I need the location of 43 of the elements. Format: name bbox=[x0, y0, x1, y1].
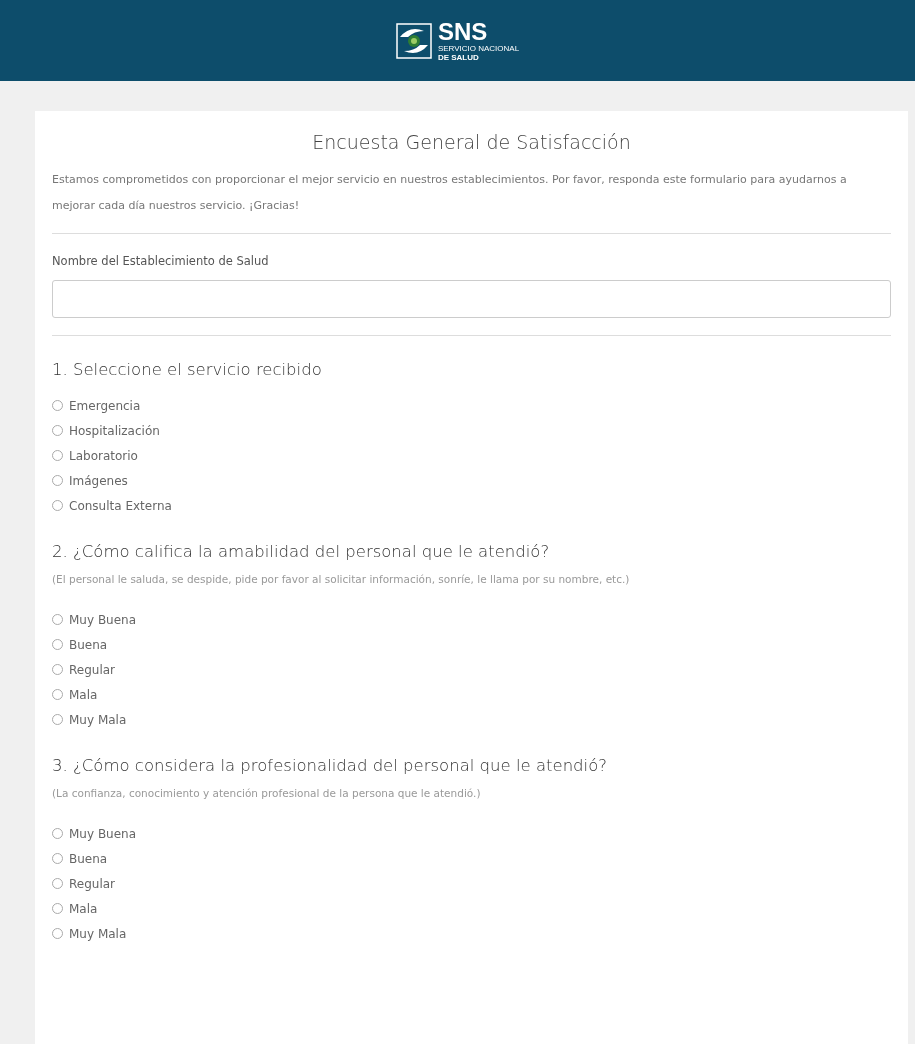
question-note: (La confianza, conocimiento y atención profesional de la persona que le atendió.) bbox=[52, 787, 482, 799]
radio-icon[interactable] bbox=[52, 828, 63, 839]
radio-icon[interactable] bbox=[52, 475, 63, 486]
radio-icon[interactable] bbox=[52, 425, 63, 436]
question-note: (El personal le saluda, se despide, pide por favor al solicitar información, sonríe, le llama por su nombre, etc.) bbox=[52, 573, 631, 585]
radio-icon[interactable] bbox=[52, 689, 63, 700]
radio-icon[interactable] bbox=[52, 450, 63, 461]
radio-option[interactable]: Hospitalización bbox=[52, 418, 160, 443]
radio-option[interactable]: Muy Mala bbox=[52, 707, 127, 732]
radio-icon[interactable] bbox=[52, 639, 63, 650]
question-title: 1. Seleccione el servicio recibido bbox=[52, 360, 323, 379]
form-description: Estamos comprometidos con proporcionar el mejor servicio en nuestros establecimientos. Por favor, responda este formulario para ayudarnos a mejorar cada día nuestros servicio. ¡Gracias! bbox=[52, 172, 848, 214]
radio-option[interactable]: Buena bbox=[52, 846, 108, 871]
radio-icon[interactable] bbox=[52, 903, 63, 914]
radio-icon[interactable] bbox=[52, 928, 63, 939]
hands-emblem-icon bbox=[395, 22, 432, 59]
radio-option[interactable]: Buena bbox=[52, 632, 108, 657]
radio-option[interactable]: Emergencia bbox=[52, 393, 141, 418]
radio-icon[interactable] bbox=[52, 714, 63, 725]
radio-option[interactable]: Muy Mala bbox=[52, 921, 127, 946]
radio-option[interactable]: Imágenes bbox=[52, 468, 128, 493]
radio-icon[interactable] bbox=[52, 500, 63, 511]
logo-subtitle: SERVICIO NACIONAL bbox=[437, 44, 520, 53]
radio-icon[interactable] bbox=[52, 400, 63, 411]
question-title: 2. ¿Cómo califica la amabilidad del personal que le atendió? bbox=[52, 542, 551, 561]
radio-icon[interactable] bbox=[52, 614, 63, 625]
radio-option[interactable]: Regular bbox=[52, 657, 116, 682]
radio-icon[interactable] bbox=[52, 853, 63, 864]
question-title: 3. ¿Cómo considera la profesionalidad del personal que le atendió? bbox=[52, 756, 608, 775]
logo-acronym: SNS bbox=[437, 19, 489, 44]
form-title: Encuesta General de Satisfacción bbox=[311, 131, 632, 153]
field-label: Nombre del Establecimiento de Salud bbox=[52, 254, 270, 268]
radio-option[interactable]: Mala bbox=[52, 896, 98, 921]
radio-option[interactable]: Mala bbox=[52, 682, 98, 707]
logo-subtitle: DE SALUD bbox=[437, 53, 480, 62]
radio-option[interactable]: Regular bbox=[52, 871, 116, 896]
radio-icon[interactable] bbox=[52, 664, 63, 675]
input-field[interactable] bbox=[52, 280, 891, 318]
radio-option[interactable]: Laboratorio bbox=[52, 443, 138, 468]
radio-option[interactable]: Muy Buena bbox=[52, 821, 137, 846]
radio-icon[interactable] bbox=[52, 878, 63, 889]
radio-option[interactable]: Muy Buena bbox=[52, 607, 137, 632]
radio-option[interactable]: Consulta Externa bbox=[52, 493, 172, 518]
